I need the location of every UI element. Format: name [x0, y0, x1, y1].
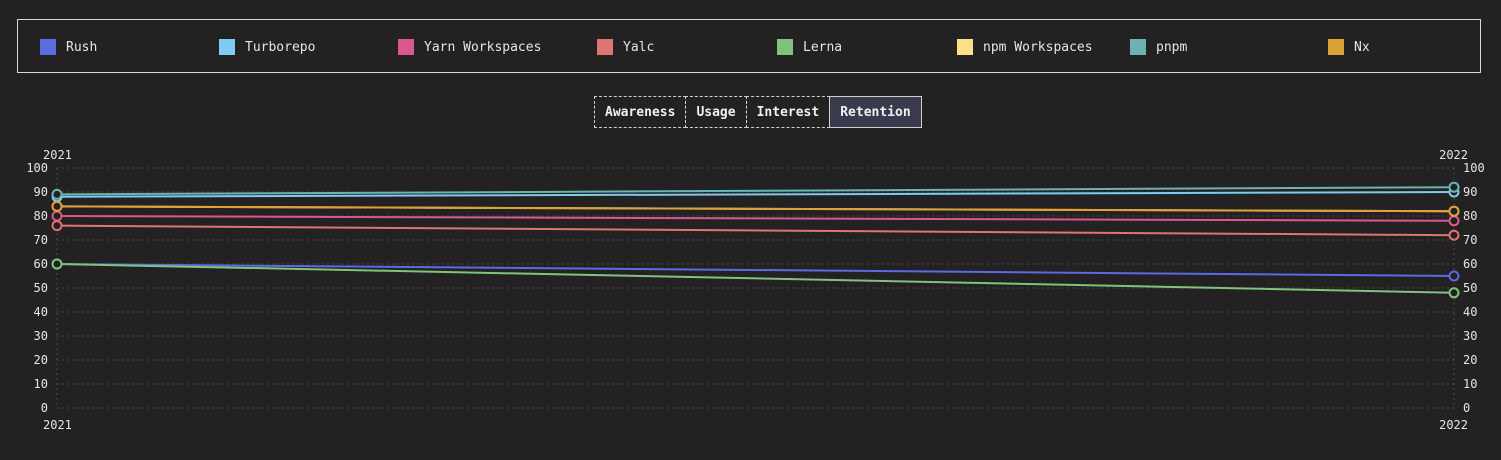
y-tick-label-right: 30 — [1463, 329, 1477, 343]
series-line-rush — [56, 263, 1455, 277]
y-tick-label-left: 30 — [34, 329, 48, 343]
x-tick-label-bottom: 2021 — [43, 418, 72, 432]
line-chart: 0 0 10 10 20 20 30 30 40 40 50 50 60 60 70 70 80 80 90 90 10… — [26, 148, 1485, 432]
y-tick-label-right: 60 — [1463, 257, 1477, 271]
data-point-yarn-workspaces[interactable] — [51, 210, 63, 222]
y-tick-label-left: 0 — [41, 401, 48, 415]
y-tick-label-right: 0 — [1463, 401, 1470, 415]
x-tick-label-top: 2021 — [43, 148, 72, 162]
data-point-yalc[interactable] — [51, 220, 63, 232]
y-tick-label-right: 40 — [1463, 305, 1477, 319]
y-tick-label-left: 60 — [34, 257, 48, 271]
data-point-pnpm[interactable] — [1448, 181, 1460, 193]
y-tick-label-right: 10 — [1463, 377, 1477, 391]
data-point-nx[interactable] — [1448, 205, 1460, 217]
data-point-rush[interactable] — [1448, 270, 1460, 282]
data-point-lerna[interactable] — [51, 258, 63, 270]
y-tick-label-left: 90 — [34, 185, 48, 199]
y-tick-label-left: 70 — [34, 233, 48, 247]
series-line-nx — [56, 205, 1455, 213]
y-tick-label-right: 80 — [1463, 209, 1477, 223]
y-tick-label-left: 20 — [34, 353, 48, 367]
y-tick-label-right: 100 — [1463, 161, 1485, 175]
y-tick-label-right: 90 — [1463, 185, 1477, 199]
data-point-lerna[interactable] — [1448, 287, 1460, 299]
y-tick-label-right: 50 — [1463, 281, 1477, 295]
series-line-yarn-workspaces — [56, 215, 1455, 222]
data-point-nx[interactable] — [51, 200, 63, 212]
y-tick-label-left: 100 — [26, 161, 48, 175]
data-point-yalc[interactable] — [1448, 229, 1460, 241]
y-tick-label-right: 70 — [1463, 233, 1477, 247]
x-tick-label-top: 2022 — [1439, 148, 1468, 162]
y-tick-label-right: 20 — [1463, 353, 1477, 367]
y-tick-label-left: 10 — [34, 377, 48, 391]
y-tick-label-left: 50 — [34, 281, 48, 295]
data-point-yarn-workspaces[interactable] — [1448, 215, 1460, 227]
data-point-pnpm[interactable] — [51, 188, 63, 200]
series-line-yalc — [56, 224, 1455, 237]
y-tick-label-left: 40 — [34, 305, 48, 319]
y-tick-label-left: 80 — [34, 209, 48, 223]
series-line-lerna — [56, 263, 1455, 294]
x-tick-label-bottom: 2022 — [1439, 418, 1468, 432]
